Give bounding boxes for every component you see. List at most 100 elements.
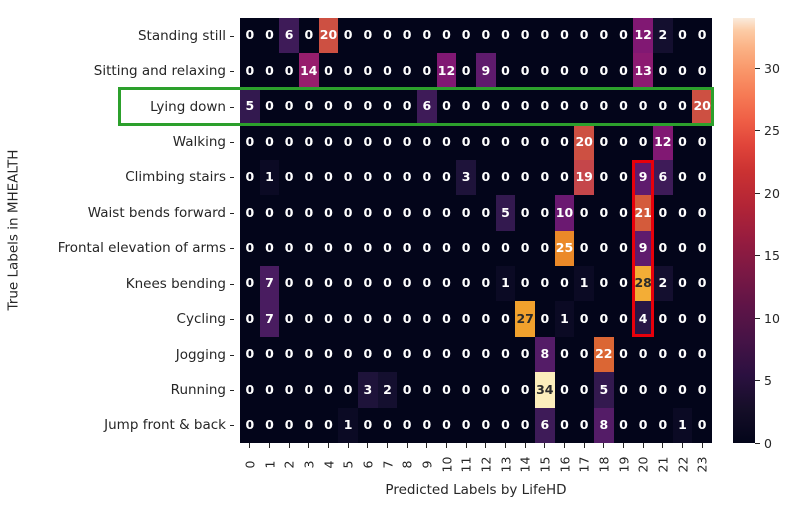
- heatmap-cell: 0: [298, 301, 319, 337]
- heatmap-cell: 0: [416, 195, 437, 231]
- heatmap-cell: 0: [574, 336, 594, 373]
- heatmap-cell: 0: [692, 18, 712, 54]
- heatmap-cell: 0: [456, 336, 476, 373]
- heatmap-cell: 0: [633, 336, 653, 373]
- heatmap-cell: 0: [240, 230, 260, 266]
- heatmap-cell: 10: [554, 195, 575, 231]
- heatmap-cell: 0: [593, 88, 614, 125]
- x-tick-mark: [406, 443, 408, 448]
- heatmap-cell: 0: [436, 407, 457, 443]
- heatmap-cell: 1: [574, 265, 594, 302]
- x-tick-label-5: 5: [340, 460, 356, 469]
- heatmap-cell: 0: [456, 53, 476, 89]
- heatmap-cell: 0: [436, 372, 457, 408]
- heatmap-cell: 0: [475, 159, 496, 196]
- heatmap-cell: 0: [259, 88, 280, 125]
- heatmap-cell: 0: [534, 124, 555, 160]
- x-tick-mark: [485, 443, 487, 448]
- x-tick-mark: [544, 443, 546, 448]
- heatmap-cell: 0: [593, 230, 614, 266]
- heatmap-cell: 0: [416, 265, 437, 302]
- heatmap-cell: 0: [692, 265, 712, 302]
- x-tick-mark: [465, 443, 467, 448]
- heatmap-cell: 0: [318, 195, 339, 231]
- heatmap-cell: 0: [593, 53, 614, 89]
- heatmap-cell: 0: [633, 124, 653, 160]
- heatmap-cell: 0: [554, 88, 575, 125]
- heatmap-cell: 0: [318, 124, 339, 160]
- heatmap-cell: 6: [416, 88, 437, 125]
- x-tick-label-10: 10: [438, 456, 454, 473]
- x-tick-label-4: 4: [320, 460, 336, 469]
- x-tick-label-16: 16: [556, 456, 572, 473]
- heatmap-cell: 0: [240, 18, 260, 54]
- heatmap-cell: 0: [338, 265, 358, 302]
- heatmap-cell: 0: [456, 230, 476, 266]
- heatmap-cell: 0: [318, 372, 339, 408]
- heatmap-cell: 0: [416, 18, 437, 54]
- x-tick-label-14: 14: [517, 456, 533, 473]
- heatmap-cell: 0: [475, 301, 496, 337]
- heatmap-cell: 0: [475, 336, 496, 373]
- heatmap-cell: 0: [357, 195, 378, 231]
- heatmap-cell: 0: [515, 407, 535, 443]
- heatmap-cell: 0: [554, 407, 575, 443]
- heatmap-cell: 0: [397, 159, 417, 196]
- heatmap-cell: 0: [377, 124, 398, 160]
- heatmap-cell: 0: [692, 230, 712, 266]
- heatmap-cell: 0: [397, 407, 417, 443]
- heatmap-cell: 0: [652, 372, 673, 408]
- heatmap-cell: 0: [416, 301, 437, 337]
- colorbar-tick-text: 10: [764, 310, 780, 326]
- heatmap-cell: 0: [416, 230, 437, 266]
- heatmap-cell: 0: [613, 407, 634, 443]
- heatmap-cell: 0: [495, 124, 516, 160]
- heatmap-cell: 0: [692, 195, 712, 231]
- heatmap-cell: 0: [672, 18, 693, 54]
- heatmap-cell: 0: [672, 159, 693, 196]
- heatmap-cell: 0: [298, 407, 319, 443]
- heatmap-cell: 0: [613, 195, 634, 231]
- heatmap-cell: 0: [240, 53, 260, 89]
- heatmap-cell: 0: [613, 265, 634, 302]
- heatmap-cell: 0: [475, 124, 496, 160]
- heatmap-cell: 0: [318, 407, 339, 443]
- heatmap-cell: 14: [298, 53, 319, 89]
- heatmap-cell: 0: [475, 407, 496, 443]
- colorbar-tick-text: 30: [764, 60, 780, 76]
- heatmap-cell: 6: [652, 159, 673, 196]
- heatmap-cell: 2: [652, 18, 673, 54]
- heatmap-cell: 0: [318, 265, 339, 302]
- heatmap-cell: 0: [692, 124, 712, 160]
- x-tick-mark: [308, 443, 310, 448]
- heatmap-cell: 0: [436, 230, 457, 266]
- x-tick-mark: [249, 443, 251, 448]
- heatmap-cell: 0: [397, 124, 417, 160]
- heatmap-cell: 0: [652, 407, 673, 443]
- heatmap-cell: 0: [357, 301, 378, 337]
- y-tick-label-text: Knees bending: [125, 275, 226, 292]
- heatmap-cell: 0: [240, 124, 260, 160]
- heatmap-cell: 0: [652, 230, 673, 266]
- heatmap-cell: 0: [318, 53, 339, 89]
- heatmap-cell: 0: [338, 230, 358, 266]
- y-tick-label-text: Standing still: [137, 27, 226, 44]
- heatmap-cell: 0: [456, 18, 476, 54]
- heatmap-cell: 0: [318, 336, 339, 373]
- heatmap-cell: 0: [357, 265, 378, 302]
- heatmap-cell: 0: [613, 18, 634, 54]
- heatmap-cell: 0: [279, 195, 299, 231]
- colorbar-tick-text: 20: [764, 185, 780, 201]
- heatmap-cell: 0: [672, 230, 693, 266]
- heatmap-cell: 9: [633, 230, 653, 266]
- x-tick-label-2: 2: [281, 460, 297, 469]
- heatmap-cell: 0: [377, 18, 398, 54]
- heatmap-cell: 0: [279, 230, 299, 266]
- heatmap-cell: 0: [672, 124, 693, 160]
- x-tick-label-21: 21: [655, 456, 671, 473]
- heatmap-cell: 0: [416, 159, 437, 196]
- y-tick-label-2: Lying down: [24, 89, 234, 124]
- heatmap-cell: 0: [259, 195, 280, 231]
- heatmap-cell: 0: [495, 18, 516, 54]
- heatmap-cell: 0: [357, 159, 378, 196]
